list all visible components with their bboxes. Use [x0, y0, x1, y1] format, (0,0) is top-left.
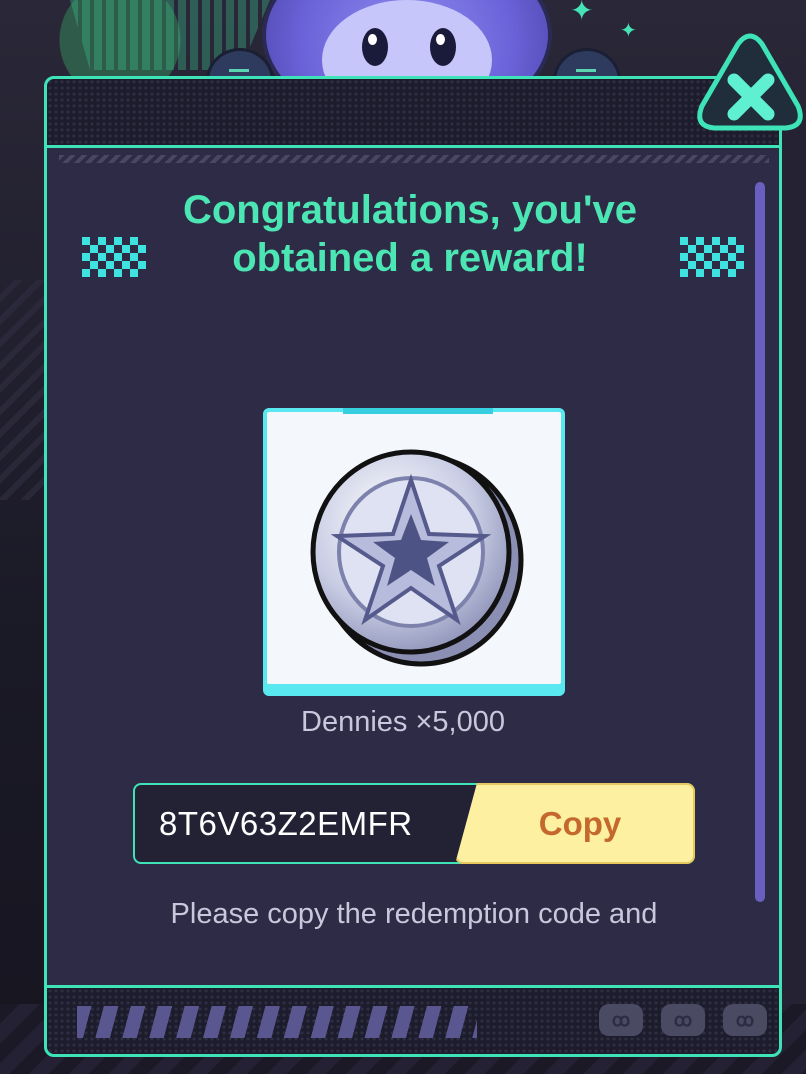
footer-stripes — [77, 1006, 477, 1038]
mascot-eye — [362, 28, 388, 66]
cat-face-icon: ꝏ — [661, 1004, 705, 1036]
star-icon: ✦ — [570, 0, 594, 26]
dialog-header-bar — [47, 79, 779, 148]
close-icon — [697, 33, 803, 131]
silver-star-coin-icon — [310, 449, 524, 667]
close-button[interactable] — [694, 30, 806, 140]
header-stripe — [59, 155, 769, 163]
cat-face-icon: ꝏ — [599, 1004, 643, 1036]
reward-item-card — [263, 408, 565, 696]
checker-decoration-left — [82, 237, 146, 277]
redemption-code-text[interactable]: 8T6V63Z2EMFR — [159, 805, 413, 843]
copy-button[interactable]: Copy — [455, 783, 695, 864]
cat-face-icon: ꝏ — [723, 1004, 767, 1036]
reward-title: Congratulations, you've obtained a rewar… — [182, 188, 637, 280]
star-icon: ✦ — [620, 20, 637, 42]
scrollbar[interactable] — [755, 182, 765, 902]
dialog-footer-bar: ꝏ ꝏ ꝏ — [47, 985, 779, 1054]
footer-icons: ꝏ ꝏ ꝏ — [599, 1004, 767, 1036]
instructions-text: Please copy the redemption code and — [170, 898, 658, 930]
reward-item-name: Dennies ×5,000 — [301, 706, 505, 738]
mascot-eye — [430, 28, 456, 66]
checker-decoration-right — [680, 237, 744, 277]
